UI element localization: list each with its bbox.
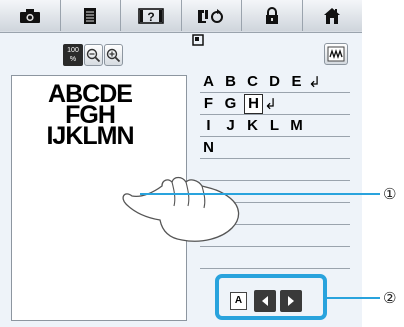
zoom-unit: % [69,56,77,63]
char-cell[interactable]: C [244,73,261,90]
camera-icon [19,8,40,23]
lock-icon [265,6,278,24]
zoom-out-button[interactable] [84,44,103,66]
zoom-in-button[interactable] [104,44,123,66]
char-cell[interactable]: A [200,73,217,90]
svg-text:?: ? [147,10,154,24]
zoom-value: 100 [67,47,79,54]
char-row-1: A B C D E ↲ [200,70,350,93]
stitch-edit-icon [327,46,345,62]
stitch-edit-button[interactable] [324,43,348,65]
home-button[interactable] [302,0,362,31]
page-button[interactable] [60,0,121,31]
char-cell[interactable]: K [244,117,261,134]
char-cell[interactable]: F [200,95,217,112]
char-cell[interactable]: N [200,139,217,156]
help-button[interactable]: ? [121,0,182,31]
char-row-3: I J K L M [200,114,350,137]
char-cell[interactable]: I [200,117,217,134]
empty-row-line [200,268,350,269]
arrow-right-icon [288,296,294,306]
newline-symbol[interactable]: ↲ [262,95,279,113]
zoom-level-indicator: 100 % [63,44,83,66]
top-toolbar: ? [0,0,362,33]
cursor-left-button[interactable] [254,290,276,312]
callout-line-2 [327,297,380,299]
document-icon [84,7,97,24]
callout-number-2: ② [383,289,397,307]
char-cell[interactable]: J [222,117,239,134]
cursor-right-button[interactable] [280,290,302,312]
preview-line-3: IJKLMN [46,122,134,150]
char-cell-selected[interactable]: H [244,94,263,114]
lock-button[interactable] [242,0,303,31]
embroidery-mode-button[interactable] [181,0,242,31]
char-cell[interactable]: M [288,117,305,134]
arrow-left-icon [262,296,268,306]
pattern-preview-text: ABCDE FGH IJKLMN [30,82,150,150]
char-cell[interactable]: G [222,95,239,112]
zoom-in-icon [106,48,121,62]
char-row-4: N [200,136,350,159]
char-row-2: F G H ↲ [200,92,350,115]
callout-line-1 [140,193,380,195]
zoom-out-icon [86,48,101,62]
question-film-icon: ? [137,7,164,24]
home-icon [324,7,341,24]
char-cell[interactable]: B [222,73,239,90]
embroidery-mode-icon [198,8,224,23]
frame-icon [192,34,204,46]
callout-number-1: ① [383,185,397,203]
char-cell[interactable]: L [266,117,283,134]
char-cell[interactable]: D [266,73,283,90]
sewing-machine-screen: ? 100 % ABCDE FGH IJKLMN A B C D E ↲ F G… [0,0,362,327]
char-cell[interactable]: E [288,73,305,90]
pointing-hand-illustration [122,176,240,242]
camera-button[interactable] [0,0,61,31]
current-character-indicator: A [230,292,247,310]
newline-symbol[interactable]: ↲ [306,73,323,91]
